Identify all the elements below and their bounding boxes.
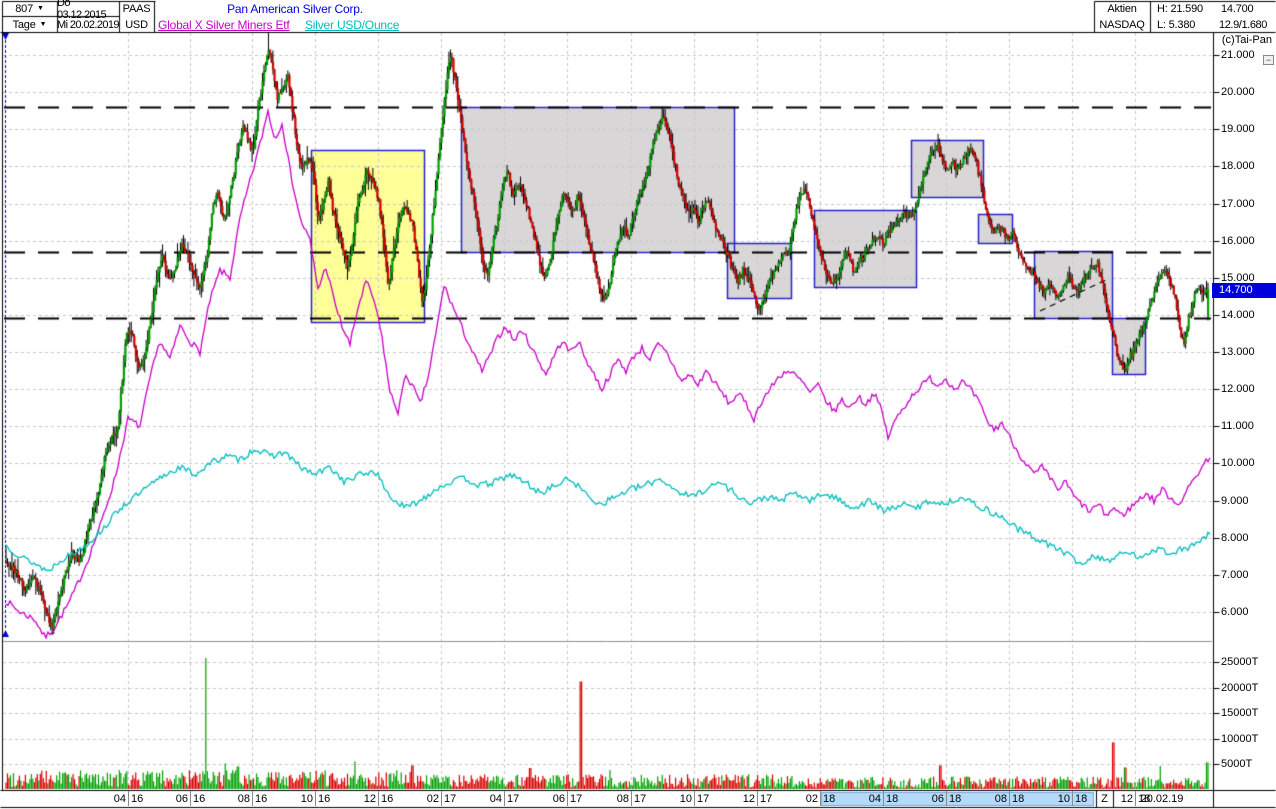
symbol-label: PAAS — [122, 2, 151, 15]
date-tick-year: 17 — [507, 793, 520, 805]
low-value: L: 5.380 — [1157, 18, 1196, 31]
price-tick-label: 8.000 — [1221, 531, 1249, 544]
price-tick-label: 9.000 — [1221, 494, 1249, 507]
price-tick-label: 17.000 — [1221, 197, 1255, 210]
start-date: Do 03.12.2015 — [57, 0, 107, 21]
price-tick-label: 16.000 — [1221, 234, 1255, 247]
date-tick-month: 02 — [426, 793, 439, 805]
chart-canvas[interactable] — [0, 0, 1276, 809]
date-tick-divider — [378, 791, 379, 806]
current-price-badge: 14.700 — [1212, 283, 1276, 298]
price-tick-label: 19.000 — [1221, 123, 1255, 136]
last-price-value: 14.700 — [1221, 2, 1254, 15]
date-tick-year: 18 — [1012, 793, 1025, 805]
end-date: Mi 20.02.2019 — [57, 18, 120, 31]
secondary-values: 12.9/1.680 — [1219, 18, 1267, 31]
scale-collapse-icon[interactable]: − — [1263, 55, 1274, 65]
date-tick-divider — [504, 791, 505, 806]
chevron-down-icon: ▼ — [37, 5, 44, 12]
date-tick-month: 12 — [1120, 793, 1133, 805]
date-tick-month: 06 — [931, 793, 944, 805]
page-title: Pan American Silver Corp. — [227, 1, 363, 16]
price-tick-label: 20.000 — [1221, 86, 1255, 99]
price-tick-label: 15.000 — [1221, 271, 1255, 284]
taipan-chart-window: 807 ▼ Do 03.12.2015 PAAS Pan American Si… — [0, 0, 1276, 809]
period-value: Tage — [12, 18, 36, 31]
volume-tick-label: 25000T — [1221, 656, 1259, 668]
date-tick-divider — [441, 791, 442, 806]
date-tick-year: 17 — [444, 793, 457, 805]
date-tick-year: 18 — [886, 793, 899, 805]
date-tick-year: 16 — [193, 793, 206, 805]
date-tick-month: 06 — [552, 793, 565, 805]
date-tick-divider — [1009, 791, 1010, 806]
exchange-type-label: Aktien — [1107, 2, 1137, 15]
date-tick-year: 18 — [949, 793, 962, 805]
volume-tick-label: 15000T — [1221, 707, 1259, 720]
date-tick-divider — [631, 791, 632, 806]
price-tick-label: 21.000 — [1221, 49, 1255, 61]
date-tick-month: 04 — [113, 793, 126, 805]
date-tick-month: 10 — [679, 793, 692, 805]
date-tick-divider — [1135, 791, 1136, 806]
date-tick-month: 08 — [994, 793, 1007, 805]
date-tick-year: 16 — [381, 793, 394, 805]
date-tick-month: 04 — [868, 793, 881, 805]
date-tick-month: 12 — [742, 793, 755, 805]
price-tick-label: 10.000 — [1221, 457, 1255, 470]
date-tick-divider — [315, 791, 316, 806]
exchange-label: NASDAQ — [1099, 18, 1145, 31]
date-tick-year: 18 — [823, 793, 836, 805]
chevron-down-icon: ▼ — [39, 21, 47, 28]
volume-tick-label: 5000T — [1221, 758, 1253, 771]
currency-label: USD — [125, 18, 148, 31]
date-tick-month: 08 — [616, 793, 629, 805]
price-tick-label: 6.000 — [1221, 606, 1249, 618]
price-tick-label: 13.000 — [1221, 346, 1255, 359]
price-tick-label: 11.000 — [1221, 420, 1254, 433]
date-tick-divider — [128, 791, 129, 806]
date-tick-year: 18 — [1075, 793, 1088, 805]
high-value: H: 21.590 — [1157, 2, 1203, 15]
date-tick-year: 17 — [634, 793, 647, 805]
date-tick-year: 16 — [318, 793, 331, 805]
price-tick-label: 14.000 — [1221, 308, 1255, 321]
date-tick-month: 02 — [805, 793, 818, 805]
copyright-label: (c)Tai-Pan — [1221, 34, 1272, 46]
bars-count-dropdown[interactable]: 807 ▼ — [2, 1, 57, 16]
date-tick-divider — [820, 791, 821, 806]
date-tick-year: 16 — [255, 793, 268, 805]
compare-link-silver-ounce[interactable]: Silver USD/Ounce — [305, 17, 435, 32]
volume-tick-label: 20000T — [1221, 681, 1259, 694]
date-tick-divider — [567, 791, 568, 806]
date-tick-divider — [946, 791, 947, 806]
date-tick-divider — [883, 791, 884, 806]
date-tick-month: 06 — [175, 793, 188, 805]
date-tick-month: 04 — [489, 793, 502, 805]
volume-tick-label: 10000T — [1221, 732, 1259, 745]
price-tick-label: 7.000 — [1221, 568, 1249, 581]
date-tick-year: 17 — [760, 793, 773, 805]
date-tick-year: 17 — [570, 793, 583, 805]
date-tick-divider — [252, 791, 253, 806]
date-tick-divider — [694, 791, 695, 806]
period-dropdown[interactable]: Tage ▼ — [2, 17, 57, 32]
date-tick-year: 16 — [131, 793, 144, 805]
date-tick-divider — [1072, 791, 1073, 806]
date-tick-month: 10 — [1057, 793, 1070, 805]
bars-count-value: 807 — [15, 2, 34, 15]
date-tick-month: 08 — [237, 793, 250, 805]
price-tick-label: 12.000 — [1221, 383, 1255, 396]
date-tick-divider — [757, 791, 758, 806]
date-tick-year: 17 — [697, 793, 710, 805]
date-tick-month: 10 — [300, 793, 313, 805]
date-tick-year: 18 — [1138, 793, 1151, 805]
date-tick-divider — [190, 791, 191, 806]
date-tick-month: 12 — [363, 793, 376, 805]
price-tick-label: 18.000 — [1221, 160, 1255, 173]
